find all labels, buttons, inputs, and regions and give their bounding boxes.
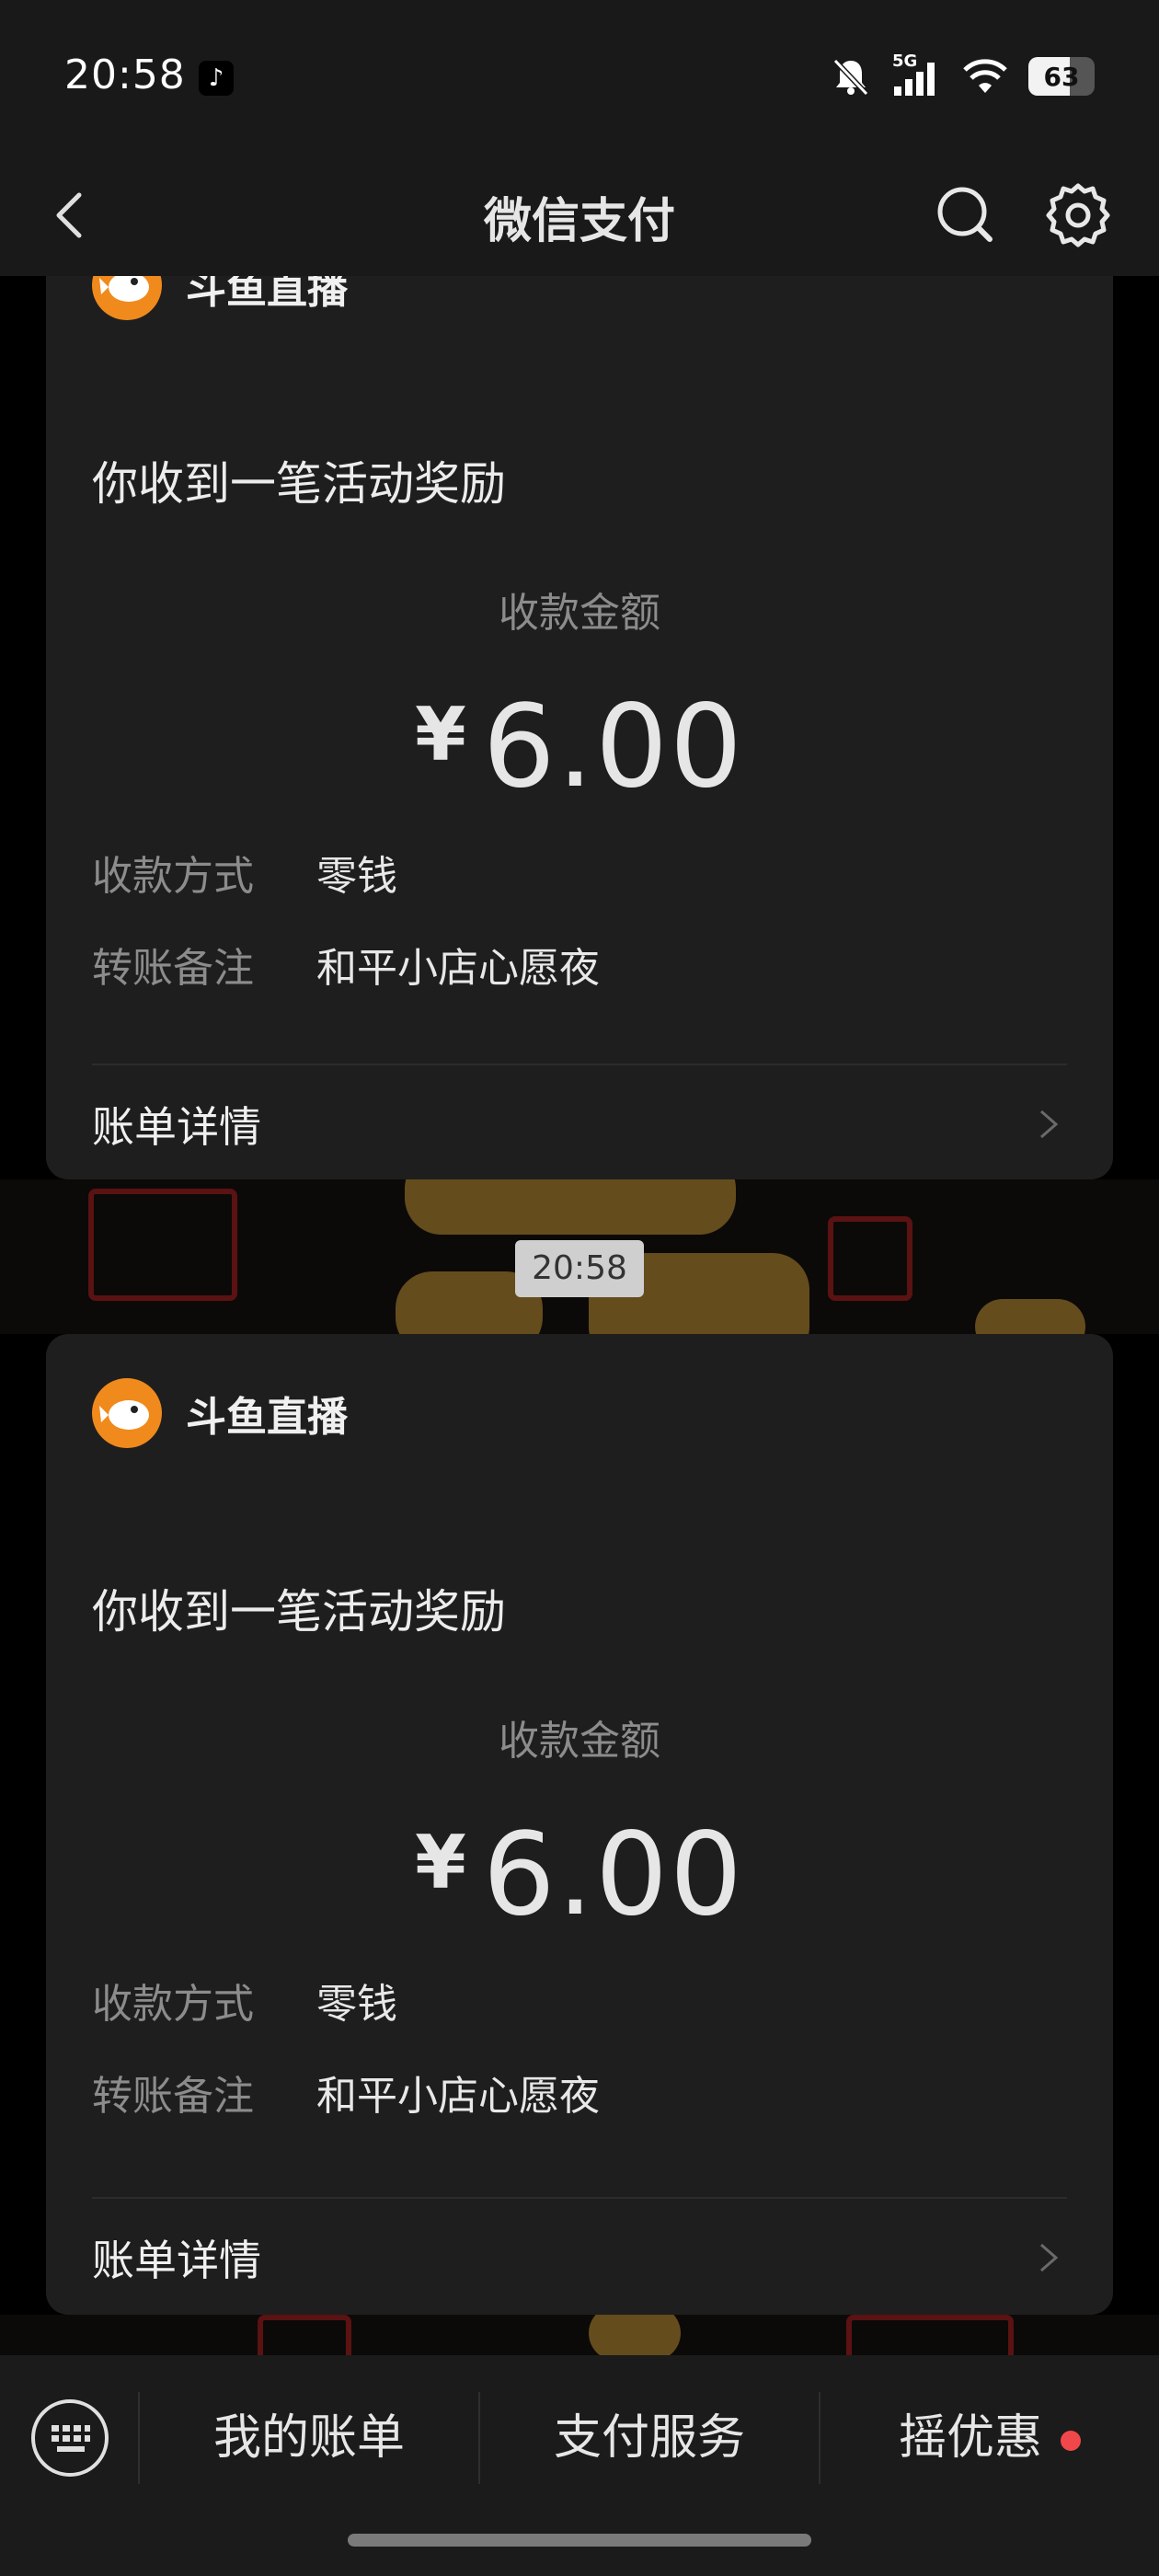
keyboard-icon[interactable]: [29, 2398, 110, 2478]
tiktok-notification-icon: ♪: [199, 61, 234, 96]
transfer-note-row: 转账备注 和平小店心愿夜: [92, 935, 600, 994]
bill-detail-link[interactable]: 账单详情: [92, 2221, 1067, 2294]
payment-method-row: 收款方式 零钱: [92, 843, 397, 902]
battery-level: 63: [1043, 61, 1080, 92]
payment-message-card[interactable]: 斗鱼直播 你收到一笔活动奖励 收款金额 ¥6.00 收款方式 零钱 转账备注 和…: [46, 276, 1113, 1179]
notification-dot: [1061, 2431, 1081, 2451]
row-value: 零钱: [316, 1981, 397, 2028]
row-value: 和平小店心愿夜: [316, 2073, 600, 2120]
menu-my-bills[interactable]: 我的账单: [140, 2392, 478, 2484]
douyu-logo-icon: [92, 1378, 162, 1448]
message-timestamp: 20:58: [515, 1240, 644, 1297]
chevron-right-icon: [1040, 2243, 1059, 2272]
gear-icon[interactable]: [1041, 178, 1115, 252]
amount: ¥6.00: [46, 681, 1113, 813]
amount-label: 收款金额: [499, 590, 660, 637]
amount-value: 6.00: [482, 681, 744, 813]
row-value: 零钱: [316, 853, 397, 900]
menu-payment-services[interactable]: 支付服务: [480, 2392, 819, 2484]
amount-label: 收款金额: [499, 1718, 660, 1765]
transfer-note-row: 转账备注 和平小店心愿夜: [92, 2063, 600, 2122]
title-bar: 微信支付: [0, 156, 1159, 276]
menu-label: 摇优惠: [898, 2410, 1042, 2466]
row-key: 收款方式: [92, 853, 254, 900]
row-key: 转账备注: [92, 945, 254, 992]
row-key: 转账备注: [92, 2073, 254, 2120]
cellular-signal-icon: 5G: [892, 52, 942, 98]
row-key: 收款方式: [92, 1981, 254, 2028]
app-name: 斗鱼直播: [186, 276, 348, 313]
currency-symbol: ¥: [415, 692, 466, 777]
currency-symbol: ¥: [415, 1820, 466, 1905]
bill-detail-label: 账单详情: [92, 1102, 261, 1152]
status-icons: 5G 63: [830, 52, 1095, 99]
divider: [92, 1064, 1067, 1065]
douyu-logo-icon: [92, 276, 162, 320]
menu-label: 支付服务: [553, 2410, 745, 2466]
amount: ¥6.00: [46, 1809, 1113, 1941]
search-icon[interactable]: [929, 178, 1003, 252]
wifi-icon: [963, 59, 1007, 93]
payment-method-row: 收款方式 零钱: [92, 1971, 397, 2030]
message-title: 你收到一笔活动奖励: [92, 1585, 506, 1639]
app-name: 斗鱼直播: [186, 1394, 348, 1441]
message-title: 你收到一笔活动奖励: [92, 457, 506, 511]
menu-label: 我的账单: [212, 2410, 405, 2466]
row-value: 和平小店心愿夜: [316, 945, 600, 992]
home-indicator[interactable]: [348, 2534, 811, 2547]
chevron-right-icon: [1040, 1110, 1059, 1139]
amount-value: 6.00: [482, 1809, 744, 1941]
chat-background-bottom: [0, 2315, 1159, 2355]
menu-shake-offers[interactable]: 摇优惠: [820, 2392, 1159, 2484]
bill-detail-label: 账单详情: [92, 2236, 261, 2285]
bell-muted-icon: [832, 58, 869, 97]
divider: [92, 2197, 1067, 2199]
status-time: 20:58: [64, 52, 186, 98]
status-bar: 20:58 ♪ 5G 63: [0, 0, 1159, 156]
bill-detail-link[interactable]: 账单详情: [92, 1087, 1067, 1161]
battery-icon: 63: [1028, 57, 1095, 96]
payment-message-card[interactable]: 斗鱼直播 你收到一笔活动奖励 收款金额 ¥6.00 收款方式 零钱 转账备注 和…: [46, 1334, 1113, 2315]
